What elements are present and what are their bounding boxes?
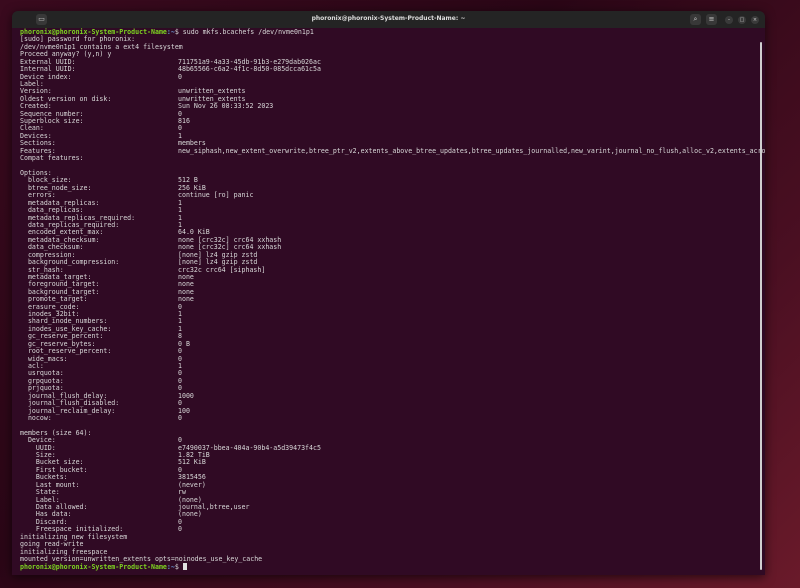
superblock-row: Devices: 1 [20,132,755,140]
options-row: foreground_target: none [20,280,755,288]
options-row: members (size 64): [20,429,755,437]
minimize-icon[interactable]: – [725,16,733,24]
superblock-value: 0 [178,72,182,81]
members-value: 512 KiB [178,458,206,467]
options-row: encoded_extent_max: 64.0 KiB [20,228,755,236]
superblock-row: Compat features: [20,154,755,163]
members-row: Data allowed: journal,btree,user [20,503,755,511]
options-row: background_target: none [20,288,755,296]
options-row: data_checksum: none [crc32c] crc64 xxhash [20,243,755,251]
prompt-path: :~ [166,563,175,572]
options-row: inodes_32bit: 1 [20,310,755,318]
window-title: phoronix@phoronix-System-Product-Name: ~ [311,15,466,22]
options-row: block_size: 512 B [20,176,755,184]
options-row: str_hash: crc32c crc64 [siphash] [20,266,755,274]
members-row: Freespace initialized: 0 [20,525,755,534]
options-row: metadata_checksum: none [crc32c] crc64 xx… [20,236,755,244]
output-body: [sudo] password for phoronix:/dev/nvme0n… [20,35,765,563]
options-row: inodes_use_key_cache: 1 [20,325,755,333]
options-row: errors: continue [ro] panic [20,191,755,200]
superblock-row: External UUID: 711751a9-4a33-45db-91b3-e2… [20,58,755,66]
options-row: background_compression: [none] lz4 gzip z… [20,258,755,266]
prompt-line-current[interactable]: phoronix@phoronix-System-Product-Name:~$ [20,563,755,572]
options-row: gc_reserve_percent: 8 [20,332,755,340]
close-icon[interactable]: × [751,16,759,24]
terminal-output[interactable]: phoronix@phoronix-System-Product-Name:~$… [20,28,765,572]
members-row: Last mount: (never) [20,481,755,489]
superblock-row: Oldest version on disk: unwritten_extents [20,95,755,103]
members-row: Device: 0 [20,436,755,444]
members-row: First bucket: 0 [20,466,755,474]
members-row: Buckets: 3815456 [20,473,755,481]
output-line: mounted version=unwritten_extents opts=n… [20,554,263,563]
superblock-row: Label: [20,80,755,88]
options-row [20,422,755,429]
superblock-value: Sun Nov 26 08:33:52 2023 [178,102,274,111]
superblock-row: Options: [20,169,755,177]
options-row: acl: 1 [20,362,755,370]
options-key: nocow: [20,413,52,422]
superblock-row [20,163,755,170]
output-line: going read-write [20,540,84,549]
options-row: metadata_replicas_required: 1 [20,214,755,222]
options-row: wide_macs: 0 [20,355,755,363]
maximize-icon[interactable]: □ [738,16,746,24]
superblock-row: Clean: 0 [20,125,755,133]
members-row: Bucket size: 512 KiB [20,458,755,467]
prompt-user: phoronix@phoronix-System-Product-Name [20,563,167,572]
options-row: journal_flush_disabled: 0 [20,399,755,407]
options-row: journal_flush_delay: 1000 [20,392,755,400]
superblock-value: 48b65566-c6a2-4f1c-8d50-085dcca61c5a [178,65,321,74]
superblock-key: Compat features: [20,154,84,163]
members-value: 0 [178,525,182,534]
options-value: continue [ro] panic [178,191,254,200]
superblock-row: Device index: 0 [20,72,755,81]
options-row: erasure_code: 0 [20,303,755,311]
menu-icon[interactable]: ≡ [706,14,717,25]
superblock-row: Created: Sun Nov 26 08:33:52 2023 [20,102,755,111]
title-bar: ▭ phoronix@phoronix-System-Product-Name:… [12,11,765,28]
command-text: sudo mkfs.bcachefs /dev/nvme0n1p1 [182,28,314,36]
prompt-symbol: $ [174,28,183,36]
options-row: shard_inode_numbers: 1 [20,318,755,326]
members-row: Label: (none) [20,496,755,504]
members-row: Size: 1.82 TiB [20,451,755,459]
options-row: prjquota: 0 [20,384,755,392]
prompt-symbol: $ [174,563,183,572]
superblock-value: new_siphash,new_extent_overwrite,btree_p… [178,146,765,155]
scrollbar[interactable] [760,42,762,570]
output-line: /dev/nvme0n1p1 contains a ext4 filesyste… [20,42,183,51]
options-value: 0 [178,413,182,422]
options-row: promote_target: none [20,295,755,303]
members-row: UUID: e7490037-bbea-404a-90b4-a5d39473f4c… [20,444,755,452]
options-row: nocow: 0 [20,413,755,422]
options-row: gc_reserve_bytes: 0 B [20,340,755,348]
superblock-row: Sequence number: 0 [20,110,755,118]
members-row: Has data: (none) [20,510,755,518]
terminal-window: ▭ phoronix@phoronix-System-Product-Name:… [12,11,765,575]
superblock-row: Version: unwritten_extents [20,87,755,95]
prompt-path: :~ [166,28,175,36]
options-row: root_reserve_percent: 0 [20,347,755,355]
options-row: compression: [none] lz4 gzip zstd [20,251,755,259]
options-row: data_replicas_required: 1 [20,221,755,229]
superblock-row: Superblock size: 816 [20,117,755,125]
options-row: journal_reclaim_delay: 100 [20,407,755,415]
members-row: Discard: 0 [20,518,755,526]
options-row: metadata_replicas: 1 [20,199,755,207]
options-row: metadata_target: none [20,273,755,281]
members-row: State: rw [20,488,755,496]
cursor [182,563,187,571]
options-row: btree_node_size: 256 KiB [20,184,755,192]
options-row: grpquota: 0 [20,377,755,385]
superblock-row: Internal UUID: 48b65566-c6a2-4f1c-8d50-08… [20,65,755,74]
search-icon[interactable]: ⌕ [690,14,701,25]
superblock-row: Features: new_siphash,new_extent_overwrit… [20,147,765,155]
output-line: Proceed anyway? (y,n) y [20,50,112,59]
options-row: usrquota: 0 [20,369,755,377]
output-line: initializing new filesystem [20,532,128,541]
